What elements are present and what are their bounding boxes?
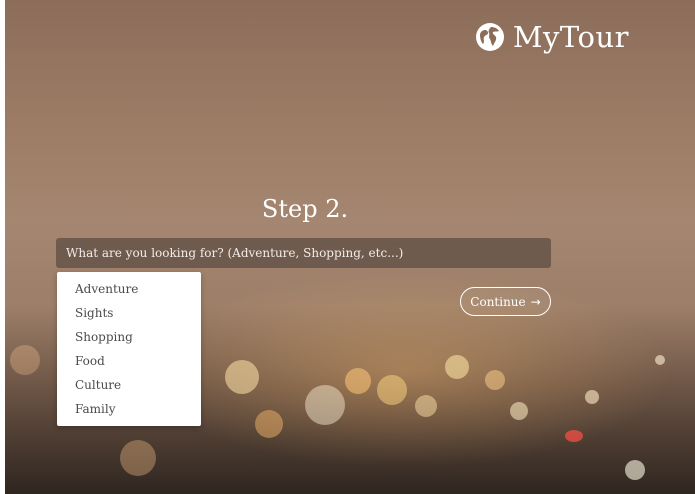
bokeh-light xyxy=(415,395,437,417)
bokeh-light xyxy=(120,440,156,476)
bokeh-light xyxy=(255,410,283,438)
dropdown-option-food[interactable]: Food xyxy=(57,349,201,373)
dropdown-option-family[interactable]: Family xyxy=(57,397,201,421)
continue-label: Continue xyxy=(470,294,526,309)
bokeh-light xyxy=(485,370,505,390)
bokeh-light xyxy=(655,355,665,365)
continue-button[interactable]: Continue → xyxy=(460,287,551,316)
bokeh-light xyxy=(345,368,371,394)
bokeh-light xyxy=(225,360,259,394)
dropdown-option-shopping[interactable]: Shopping xyxy=(57,325,201,349)
brand[interactable]: MyTour xyxy=(475,20,629,54)
background-photo: MyTour Step 2. Adventure Sights Shopping… xyxy=(5,0,695,494)
bokeh-light xyxy=(10,345,40,375)
search-input[interactable] xyxy=(56,238,551,268)
dropdown-option-adventure[interactable]: Adventure xyxy=(57,277,201,301)
bokeh-light xyxy=(377,375,407,405)
autocomplete-dropdown: Adventure Sights Shopping Food Culture F… xyxy=(57,272,201,426)
brand-name: MyTour xyxy=(512,20,629,54)
bokeh-light xyxy=(445,355,469,379)
bokeh-light xyxy=(625,460,645,480)
globe-icon xyxy=(475,23,504,51)
arrow-right-icon: → xyxy=(530,294,541,309)
dropdown-option-culture[interactable]: Culture xyxy=(57,373,201,397)
bokeh-light xyxy=(305,385,345,425)
bokeh-light xyxy=(585,390,599,404)
step-title: Step 2. xyxy=(261,195,349,223)
bokeh-light xyxy=(510,402,528,420)
dropdown-option-sights[interactable]: Sights xyxy=(57,301,201,325)
bokeh-light xyxy=(565,430,583,442)
